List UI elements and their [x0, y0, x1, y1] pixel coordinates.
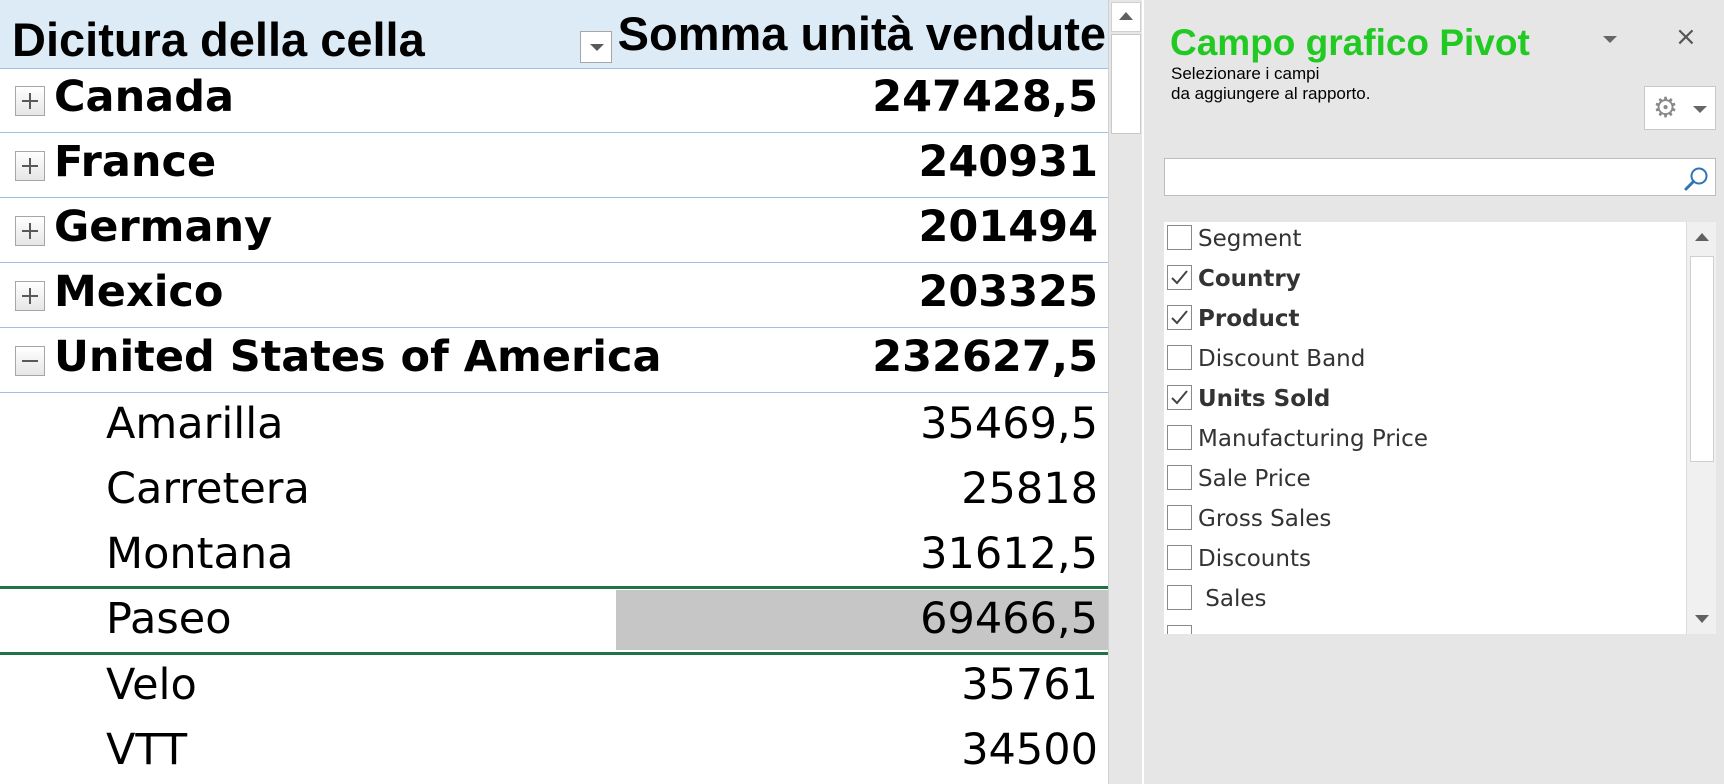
checkmark-icon: [1171, 270, 1188, 285]
product-row-velo[interactable]: Velo 35761: [0, 654, 1108, 719]
sheet-vertical-scrollbar[interactable]: [1108, 0, 1142, 784]
country-label: Canada: [54, 72, 234, 122]
product-value[interactable]: 69466,5: [920, 594, 1098, 644]
product-label: Montana: [106, 529, 294, 579]
field-label[interactable]: Discount Band: [1198, 346, 1365, 372]
field-label[interactable]: Segment: [1198, 226, 1302, 252]
country-label: Mexico: [54, 267, 224, 317]
field-checkbox[interactable]: [1167, 465, 1192, 490]
country-value[interactable]: 240931: [918, 137, 1098, 187]
country-row-canada[interactable]: Canada 247428,5: [0, 68, 1108, 133]
field-checkbox[interactable]: [1167, 505, 1192, 530]
pivot-table: Dicitura della cella Somma unità vendute…: [0, 0, 1108, 784]
country-label: France: [54, 137, 217, 187]
field-label[interactable]: Sales: [1198, 586, 1266, 612]
scroll-thumb[interactable]: [1690, 256, 1714, 462]
product-row-amarilla[interactable]: Amarilla 35469,5: [0, 393, 1108, 458]
expand-icon[interactable]: [15, 281, 45, 311]
country-row-mexico[interactable]: Mexico 203325: [0, 263, 1108, 328]
pane-subtitle: Selezionare i campi da aggiungere al rap…: [1171, 64, 1370, 104]
gear-icon: ⚙: [1653, 91, 1679, 124]
product-label: Velo: [106, 660, 197, 710]
product-row-montana[interactable]: Montana 31612,5: [0, 523, 1108, 588]
field-checkbox[interactable]: [1167, 585, 1192, 610]
product-row-carretera[interactable]: Carretera 25818: [0, 458, 1108, 523]
product-value[interactable]: 35761: [961, 660, 1098, 710]
pane-subtitle-line2: da aggiungere al rapporto.: [1171, 84, 1371, 103]
field-item-country[interactable]: Country: [1164, 262, 1684, 302]
pivot-chart-fields-pane: Campo grafico Pivot × Selezionare i camp…: [1144, 0, 1724, 784]
product-value[interactable]: 25818: [961, 464, 1098, 514]
field-item-gross-sales[interactable]: Gross Sales: [1164, 502, 1684, 542]
sum-units-sold-header[interactable]: Somma unità vendute: [618, 6, 1106, 61]
product-value[interactable]: 31612,5: [920, 529, 1098, 579]
field-item-discount-band[interactable]: Discount Band: [1164, 342, 1684, 382]
collapse-icon[interactable]: [15, 346, 45, 376]
pane-options-chevron-icon[interactable]: [1603, 36, 1617, 43]
field-checkbox[interactable]: [1167, 545, 1192, 570]
row-labels-header[interactable]: Dicitura della cella: [12, 12, 425, 67]
field-list: Segment Country Product Discount Band Un…: [1164, 222, 1716, 634]
field-checkbox[interactable]: [1167, 305, 1192, 330]
country-label: Germany: [54, 202, 273, 252]
field-item-segment[interactable]: Segment: [1164, 222, 1684, 262]
field-label[interactable]: Gross Sales: [1198, 506, 1331, 532]
country-value[interactable]: 232627,5: [872, 332, 1098, 382]
country-row-germany[interactable]: Germany 201494: [0, 198, 1108, 263]
field-checkbox[interactable]: [1167, 345, 1192, 370]
checkmark-icon: [1171, 390, 1188, 405]
field-checkbox[interactable]: [1167, 625, 1192, 634]
product-label: Amarilla: [106, 399, 284, 449]
country-label: United States of America: [54, 332, 662, 382]
field-label[interactable]: Manufacturing Price: [1198, 426, 1428, 452]
field-search-input[interactable]: [1164, 158, 1716, 196]
country-value[interactable]: 203325: [918, 267, 1098, 317]
pane-subtitle-line1: Selezionare i campi: [1171, 64, 1320, 83]
field-checkbox[interactable]: [1167, 265, 1192, 290]
field-checkbox[interactable]: [1167, 425, 1192, 450]
field-item-manufacturing-price[interactable]: Manufacturing Price: [1164, 422, 1684, 462]
field-label[interactable]: Units Sold: [1198, 386, 1330, 412]
product-label: Carretera: [106, 464, 310, 514]
field-list-scrollbar[interactable]: [1686, 222, 1716, 634]
tools-button[interactable]: ⚙: [1644, 86, 1716, 130]
pane-title: Campo grafico Pivot: [1170, 22, 1530, 63]
product-row-vtt[interactable]: VTT 34500: [0, 719, 1108, 784]
search-icon[interactable]: [1683, 165, 1711, 193]
row-labels-filter-dropdown[interactable]: [580, 31, 612, 63]
field-label[interactable]: Product: [1198, 306, 1299, 332]
field-item-product[interactable]: Product: [1164, 302, 1684, 342]
product-label: Paseo: [106, 594, 232, 644]
pivot-header-row: Dicitura della cella Somma unità vendute: [0, 0, 1108, 69]
checkmark-icon: [1171, 310, 1188, 325]
product-row-paseo[interactable]: Paseo 69466,5: [0, 588, 1108, 653]
product-value[interactable]: 34500: [961, 725, 1098, 775]
expand-icon[interactable]: [15, 216, 45, 246]
product-value[interactable]: 35469,5: [920, 399, 1098, 449]
expand-icon[interactable]: [15, 151, 45, 181]
scroll-up-arrow-icon[interactable]: [1687, 222, 1716, 252]
field-checkbox[interactable]: [1167, 225, 1192, 250]
field-item-discounts[interactable]: Discounts: [1164, 542, 1684, 582]
field-label[interactable]: Country: [1198, 266, 1301, 292]
field-item-sale-price[interactable]: Sale Price: [1164, 462, 1684, 502]
field-checkbox[interactable]: [1167, 385, 1192, 410]
scroll-up-arrow-icon[interactable]: [1111, 2, 1141, 32]
scroll-down-arrow-icon[interactable]: [1687, 604, 1716, 634]
close-icon[interactable]: ×: [1675, 22, 1697, 52]
expand-icon[interactable]: [15, 86, 45, 116]
scroll-thumb[interactable]: [1111, 34, 1141, 134]
country-value[interactable]: 247428,5: [872, 72, 1098, 122]
country-row-united-states-of-america[interactable]: United States of America 232627,5: [0, 328, 1108, 393]
product-label: VTT: [106, 725, 188, 775]
field-item-units-sold[interactable]: Units Sold: [1164, 382, 1684, 422]
field-item-sales[interactable]: Sales: [1164, 582, 1684, 622]
chevron-down-icon: [1693, 106, 1707, 113]
country-value[interactable]: 201494: [918, 202, 1098, 252]
country-row-france[interactable]: France 240931: [0, 133, 1108, 198]
field-label[interactable]: Sale Price: [1198, 466, 1311, 492]
field-item-partial[interactable]: [1164, 622, 1684, 634]
field-label[interactable]: Discounts: [1198, 546, 1311, 572]
